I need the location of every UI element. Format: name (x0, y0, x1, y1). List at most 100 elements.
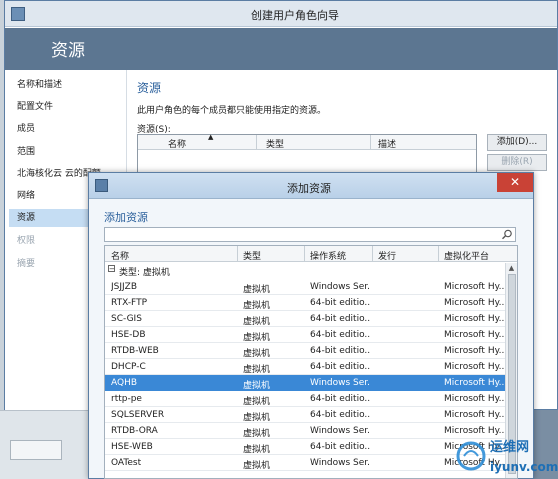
cell-type: 虚拟机 (243, 317, 271, 327)
column-header-release[interactable]: 发行 (378, 249, 396, 262)
table-row[interactable]: HSE-DB 虚拟机 64-bit editio... Microsoft Hy... (105, 327, 505, 343)
column-header-platform[interactable]: 虚拟化平台 (444, 249, 489, 262)
cell-name: RTDB-WEB (111, 346, 159, 356)
cell-type: 虚拟机 (243, 461, 271, 471)
table-row[interactable]: DHCP-C 虚拟机 64-bit editio... Microsoft Hy... (105, 359, 505, 375)
table-row[interactable]: SQLSERVER 虚拟机 64-bit editio... Microsoft Hy… (105, 407, 505, 423)
cell-type: 虚拟机 (243, 397, 271, 407)
close-button[interactable]: ✕ (497, 173, 533, 192)
add-button[interactable]: 添加(D)... (487, 134, 547, 151)
column-divider (438, 246, 439, 262)
cell-name: AQHB (111, 378, 138, 388)
nav-item-name-description[interactable]: 名称和描述 (17, 76, 125, 94)
cell-os: 64-bit editio... (310, 346, 370, 356)
column-header-os[interactable]: 操作系统 (310, 249, 346, 262)
cell-os: 64-bit editio... (310, 410, 370, 420)
cell-name: HSE-DB (111, 330, 146, 340)
cell-platform: Microsoft Hy... (444, 330, 504, 340)
column-divider (237, 246, 238, 262)
cell-platform: Microsoft Hy... (444, 314, 504, 324)
wizard-title-bar[interactable]: 创建用户角色向导 (5, 1, 557, 27)
table-row[interactable]: RTDB-WEB 虚拟机 64-bit editio... Microsoft Hy.… (105, 343, 505, 359)
table-row[interactable]: JSJJZB 虚拟机 Windows Ser... Microsoft Hy... (105, 279, 505, 295)
table-row[interactable]: SC-GIS 虚拟机 64-bit editio... Microsoft Hy... (105, 311, 505, 327)
dialog-title: 添加资源 (287, 182, 331, 195)
column-header-name[interactable]: 名称 (168, 137, 186, 150)
cell-platform: Microsoft Hy... (444, 362, 504, 372)
add-resources-dialog: 添加资源 ✕ 添加资源 名称 类型 操作系统 发行 虚拟化平台 − 类型: 虚拟… (88, 172, 534, 479)
nav-item-profile[interactable]: 配置文件 (17, 98, 125, 116)
cell-platform: Microsoft Hy... (444, 298, 504, 308)
dialog-app-icon (95, 179, 108, 192)
table-row[interactable]: RTX-FTP 虚拟机 64-bit editio... Microsoft Hy..… (105, 295, 505, 311)
cell-name: RTX-FTP (111, 298, 148, 308)
watermark-logo: 运维网 iyunv.com (456, 439, 558, 474)
scroll-up-icon[interactable]: ▲ (506, 263, 517, 273)
cell-name: JSJJZB (111, 282, 138, 292)
watermark-url: iyunv.com (490, 460, 558, 474)
cell-name: SC-GIS (111, 314, 142, 324)
dialog-title-bar[interactable]: 添加资源 ✕ (89, 173, 533, 199)
cell-type: 虚拟机 (243, 349, 271, 359)
column-divider (304, 246, 305, 262)
cell-os: 64-bit editio... (310, 330, 370, 340)
cell-type: 虚拟机 (243, 429, 271, 439)
cell-platform: Microsoft Hy... (444, 410, 504, 420)
nav-item-members[interactable]: 成员 (17, 120, 125, 138)
cell-platform: Microsoft Hy... (444, 378, 504, 388)
search-input[interactable] (104, 227, 516, 242)
sort-arrow-icon: ▲ (208, 133, 214, 141)
table-row[interactable]: AQHB 虚拟机 Windows Ser... Microsoft Hy... (105, 375, 505, 391)
content-description: 此用户角色的每个成员都只能使用指定的资源。 (137, 106, 327, 116)
group-header[interactable]: − 类型: 虚拟机 (105, 263, 505, 278)
dialog-heading: 添加资源 (104, 211, 148, 224)
column-header-description[interactable]: 描述 (378, 137, 396, 150)
cell-type: 虚拟机 (243, 333, 271, 343)
cell-os: 64-bit editio... (310, 298, 370, 308)
grid-header: 名称 类型 操作系统 发行 虚拟化平台 (105, 246, 517, 262)
column-header-name[interactable]: 名称 (111, 249, 129, 262)
content-title: 资源 (137, 81, 162, 95)
resources-table-header: 名称 类型 描述 ▲ (138, 133, 476, 150)
cell-name: RTDB-ORA (111, 426, 158, 436)
table-row[interactable]: OATest 虚拟机 Windows Ser... Microsoft Hy... (105, 455, 505, 471)
wizard-header-title: 资源 (51, 41, 85, 61)
column-divider (370, 135, 371, 150)
background-control (10, 440, 62, 460)
resources-table[interactable]: 名称 类型 描述 ▲ (137, 133, 477, 176)
cell-name: rttp-pe (111, 394, 142, 404)
table-row[interactable]: rttp-pe 虚拟机 64-bit editio... Microsoft Hy..… (105, 391, 505, 407)
cell-platform: Microsoft Hy... (444, 346, 504, 356)
column-divider (256, 135, 257, 150)
cell-name: SQLSERVER (111, 410, 165, 420)
cell-type: 虚拟机 (243, 381, 271, 391)
column-header-type[interactable]: 类型 (243, 249, 261, 262)
watermark-brand: 运维网 (490, 439, 529, 455)
cell-type: 虚拟机 (243, 445, 271, 455)
collapse-icon[interactable]: − (108, 265, 115, 273)
cell-os: Windows Ser... (310, 282, 370, 292)
search-icon[interactable] (501, 229, 513, 240)
cell-name: HSE-WEB (111, 442, 153, 452)
cell-os: 64-bit editio... (310, 314, 370, 324)
table-row[interactable]: RTDB-ORA 虚拟机 Windows Ser... Microsoft Hy... (105, 423, 505, 439)
cell-os: Windows Ser... (310, 378, 370, 388)
group-label: 类型: 虚拟机 (119, 268, 170, 278)
table-row[interactable]: HSE-WEB 虚拟机 64-bit editio... Microsoft Hy..… (105, 439, 505, 455)
wizard-header: 资源 (5, 28, 557, 70)
cell-os: 64-bit editio... (310, 394, 370, 404)
column-divider (372, 246, 373, 262)
column-header-type[interactable]: 类型 (266, 137, 284, 150)
wizard-title: 创建用户角色向导 (251, 9, 339, 22)
remove-button[interactable]: 删除(R) (487, 154, 547, 171)
cell-platform: Microsoft Hy... (444, 282, 504, 292)
cell-name: OATest (111, 458, 142, 468)
cell-platform: Microsoft Hy... (444, 394, 504, 404)
cell-os: 64-bit editio... (310, 442, 370, 452)
cell-name: DHCP-C (111, 362, 146, 372)
cell-os: Windows Ser... (310, 426, 370, 436)
cell-type: 虚拟机 (243, 365, 271, 375)
cell-os: Windows Ser... (310, 458, 370, 468)
cell-type: 虚拟机 (243, 285, 271, 295)
nav-item-scope[interactable]: 范围 (17, 143, 125, 161)
